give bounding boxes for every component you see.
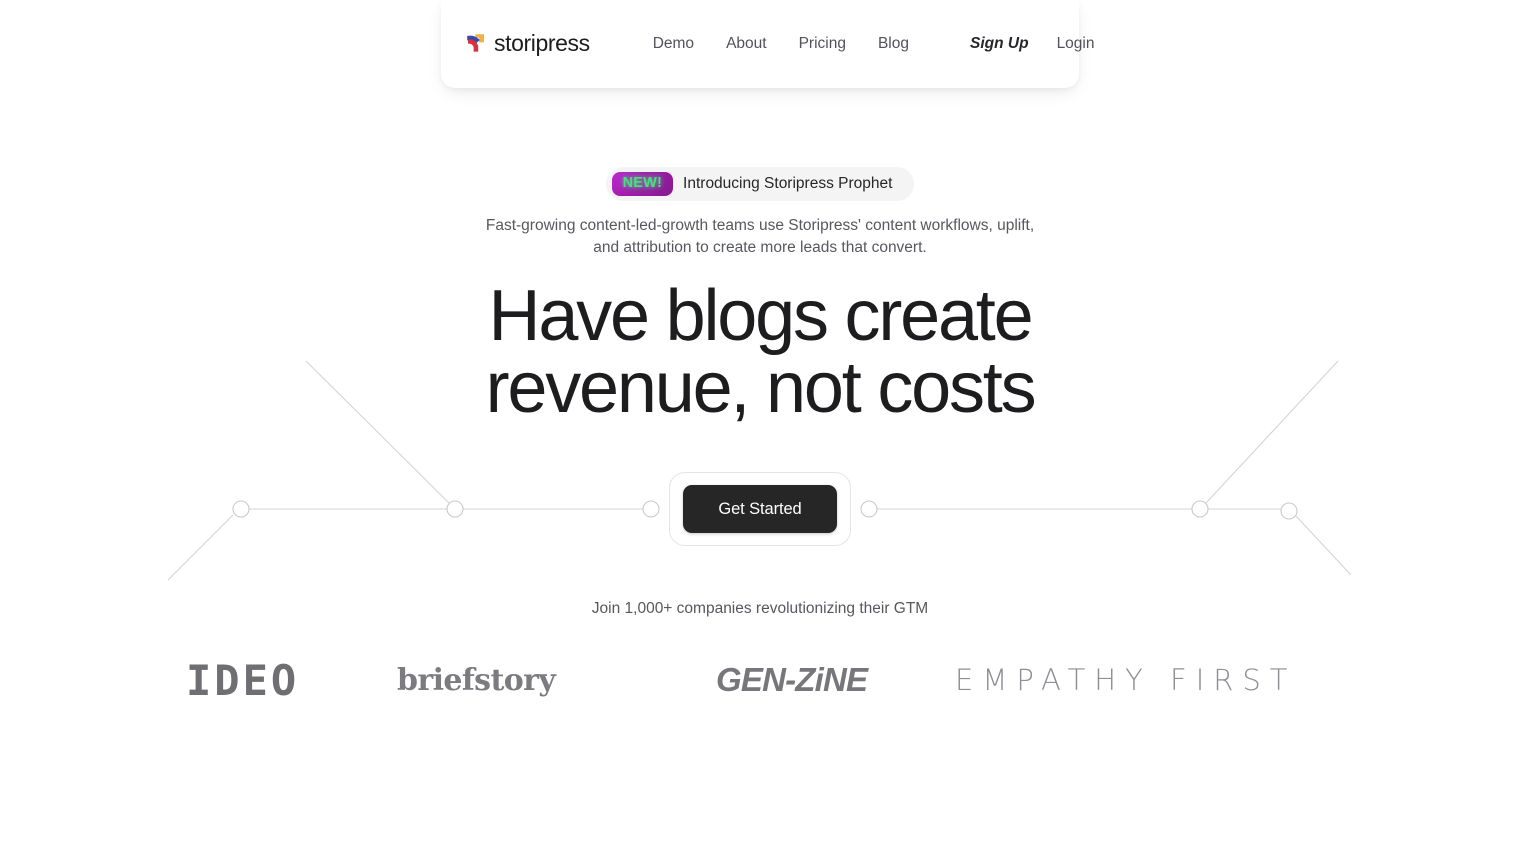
page-title: Have blogs create revenue, not costs [280, 280, 1240, 424]
logo-briefstory: briefstory [397, 662, 556, 698]
hero-subheading: Fast-growing content-led-growth teams us… [485, 217, 1035, 256]
announcement-row: NEW! Introducing Storipress Prophet [0, 167, 1520, 202]
headline-line-2: revenue, not costs [485, 348, 1037, 428]
new-tag: NEW! [611, 172, 674, 197]
customer-logo-strip: IDEO briefstory GEN-ZiNE EMPATHY FIRST [0, 645, 1520, 715]
hero-section: NEW! Introducing Storipress Prophet Fast… [0, 0, 1520, 855]
logo-track: IDEO briefstory GEN-ZiNE EMPATHY FIRST [0, 645, 1520, 715]
get-started-button[interactable]: Get Started [683, 485, 837, 533]
social-proof-caption: Join 1,000+ companies revolutionizing th… [591, 600, 929, 617]
announcement-badge[interactable]: NEW! Introducing Storipress Prophet [605, 167, 915, 202]
cta-zone: Get Started [669, 472, 851, 546]
logo-empathy-first: EMPATHY FIRST [955, 663, 1297, 697]
announcement-label: Introducing Storipress Prophet [683, 175, 893, 193]
logo-gen-zine: GEN-ZiNE [716, 661, 868, 698]
headline-line-1: Have blogs create [488, 276, 1034, 356]
logo-ideo: IDEO [186, 655, 300, 705]
